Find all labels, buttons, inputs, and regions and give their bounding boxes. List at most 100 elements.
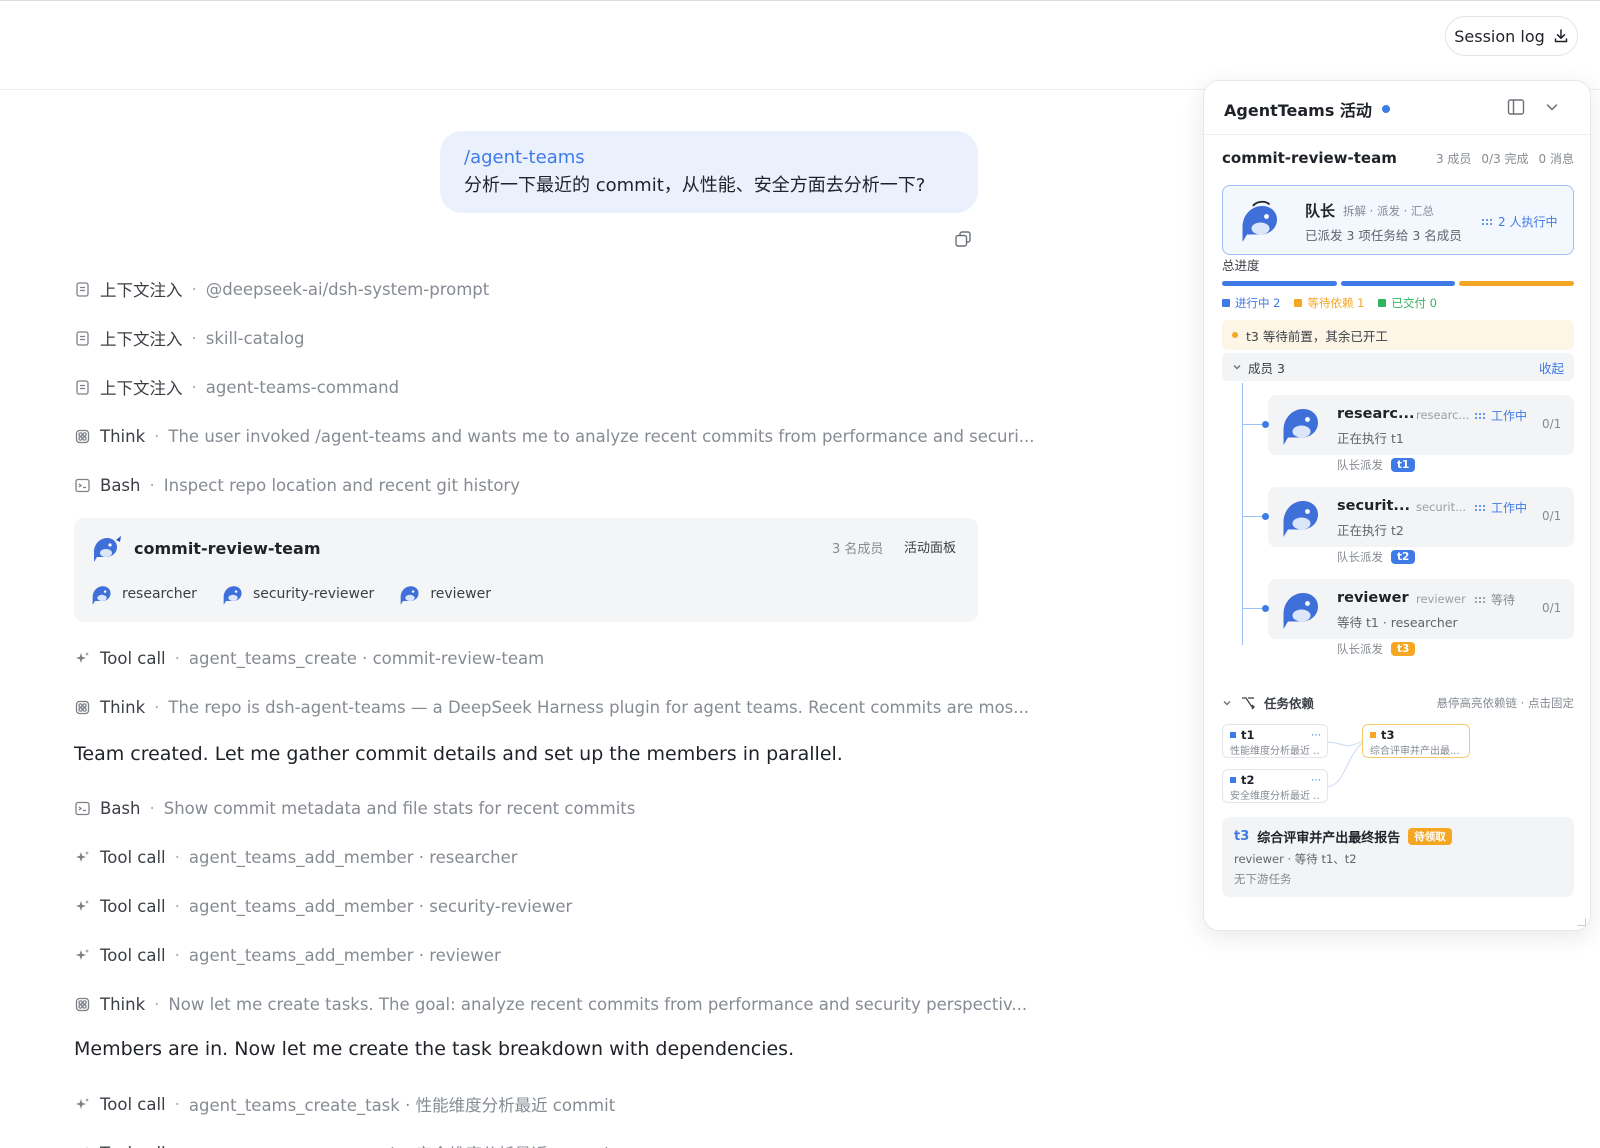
- activity-step[interactable]: Tool call · agent_teams_add_member · secur…: [74, 892, 572, 920]
- activity-step[interactable]: Think · Now let me create tasks. The goal:…: [74, 990, 1027, 1018]
- dep-node-desc: 安全维度分析最近 ...: [1230, 791, 1320, 802]
- doc-icon: [74, 330, 91, 347]
- step-kind: 上下文注入: [100, 379, 183, 398]
- dep-node-t1[interactable]: t1 性能维度分析最近 ... ⋯: [1222, 724, 1328, 758]
- step-detail: @deepseek-ai/dsh-system-prompt: [205, 279, 490, 299]
- terminal-icon: [74, 477, 91, 494]
- resize-handle[interactable]: [1578, 918, 1586, 926]
- activity-board-link[interactable]: 活动面板: [904, 537, 956, 556]
- member-chip-reviewer[interactable]: reviewer: [396, 580, 491, 608]
- assistant-paragraph: Members are in. Now let me create the ta…: [74, 1038, 795, 1060]
- activity-step[interactable]: 上下文注入 · @deepseek-ai/dsh-system-prompt: [74, 275, 489, 303]
- dep-node-desc: 综合评审并产出最...: [1370, 746, 1460, 757]
- doc-icon: [74, 379, 91, 396]
- doc-icon: [74, 281, 91, 298]
- task-detail-card[interactable]: t3 综合评审并产出最终报告 待领取 reviewer · 等待 t1、t2 无…: [1222, 817, 1574, 897]
- more-icon: ⋯: [1311, 775, 1321, 786]
- task-downstream: 无下游任务: [1234, 872, 1292, 886]
- step-detail: Inspect repo location and recent git his…: [163, 475, 520, 495]
- separator: ·: [174, 896, 180, 916]
- step-kind: Bash: [100, 475, 141, 495]
- assistant-paragraph: Team created. Let me gather commit detai…: [74, 743, 843, 765]
- step-detail: agent-teams-command: [205, 377, 400, 397]
- separator: ·: [174, 945, 180, 965]
- team-card[interactable]: commit-review-team 3 名成员 活动面板 researcher…: [74, 518, 978, 622]
- status-square-icon: [1230, 777, 1236, 783]
- think-icon: [74, 428, 91, 445]
- task-assignee: reviewer · 等待 t1、t2: [1234, 852, 1357, 866]
- think-icon: [74, 996, 91, 1013]
- sparkle-icon: [74, 650, 91, 667]
- step-detail: agent_teams_add_member · security-review…: [188, 896, 573, 916]
- task-status-badge: 待领取: [1408, 828, 1452, 845]
- activity-step[interactable]: 上下文注入 · skill-catalog: [74, 324, 305, 352]
- task-title: 综合评审并产出最终报告: [1257, 831, 1401, 846]
- dep-node-id: t2: [1241, 773, 1255, 787]
- step-kind: 上下文注入: [100, 281, 183, 300]
- activity-step[interactable]: Bash · Inspect repo location and recent gi…: [74, 471, 520, 499]
- separator: ·: [149, 798, 155, 818]
- activity-step[interactable]: Tool call · agent_teams_add_member · revie…: [74, 941, 501, 969]
- user-message-text: 分析一下最近的 commit，从性能、安全方面去分析一下?: [464, 175, 926, 196]
- step-kind: Tool call: [100, 896, 166, 916]
- copy-icon[interactable]: [953, 229, 973, 249]
- slash-command: /agent-teams: [464, 147, 585, 168]
- step-kind: Tool call: [100, 945, 166, 965]
- separator: ·: [174, 648, 180, 668]
- member-chip-label: reviewer: [430, 586, 491, 602]
- dep-node-id: t1: [1241, 728, 1255, 742]
- dep-node-id: t3: [1381, 728, 1395, 742]
- member-chip-label: security-reviewer: [252, 586, 375, 602]
- step-detail: agent_teams_add_member · reviewer: [188, 945, 501, 965]
- top-bar: Session log: [0, 0, 1600, 90]
- sparkle-icon: [74, 1145, 91, 1148]
- activity-step[interactable]: Tool call · agent_teams_create_task · 性能维度…: [74, 1090, 615, 1118]
- step-detail: skill-catalog: [205, 328, 305, 348]
- step-kind: Tool call: [100, 847, 166, 867]
- activity-step[interactable]: Tool call · agent_teams_create_task · 安全维度…: [74, 1139, 615, 1148]
- step-kind: 上下文注入: [100, 330, 183, 349]
- more-icon: ⋯: [1311, 730, 1321, 741]
- status-square-icon: [1370, 732, 1376, 738]
- step-detail: agent_teams_add_member · researcher: [188, 847, 518, 867]
- sparkle-icon: [74, 849, 91, 866]
- team-card-members: researcher security-reviewer reviewer: [88, 580, 491, 608]
- separator: ·: [154, 994, 160, 1014]
- session-log-button[interactable]: Session log: [1445, 16, 1578, 56]
- activity-step[interactable]: 上下文注入 · agent-teams-command: [74, 373, 399, 401]
- download-icon: [1554, 29, 1568, 43]
- activity-step[interactable]: Think · The repo is dsh-agent-teams — a De…: [74, 693, 1029, 721]
- dependency-edges: [1325, 740, 1363, 788]
- step-detail: agent_teams_create_task · 安全维度分析最近 commi…: [189, 1141, 615, 1148]
- member-chip-label: researcher: [122, 586, 197, 602]
- session-log-label: Session log: [1454, 26, 1545, 46]
- terminal-icon: [74, 800, 91, 817]
- step-kind: Bash: [100, 798, 141, 818]
- step-detail: Show commit metadata and file stats for …: [163, 798, 636, 818]
- dep-node-t2[interactable]: t2 安全维度分析最近 ... ⋯: [1222, 769, 1328, 803]
- sparkle-icon: [74, 947, 91, 964]
- team-card-member-count: 3 名成员: [832, 542, 884, 557]
- separator: ·: [149, 475, 155, 495]
- activity-step[interactable]: Tool call · agent_teams_add_member · resea…: [74, 843, 518, 871]
- separator: ·: [191, 328, 197, 348]
- whale-avatar-icon: [92, 586, 111, 605]
- sparkle-icon: [74, 1096, 91, 1113]
- dep-node-t3[interactable]: t3 综合评审并产出最...: [1362, 724, 1470, 758]
- separator: ·: [191, 279, 197, 299]
- activity-step[interactable]: Bash · Show commit metadata and file stats…: [74, 794, 635, 822]
- step-detail: agent_teams_create · commit-review-team: [188, 648, 545, 668]
- member-chip-security-reviewer[interactable]: security-reviewer: [219, 580, 374, 608]
- think-icon: [74, 699, 91, 716]
- whale-avatar-icon: [94, 536, 121, 562]
- whale-avatar-icon: [400, 586, 419, 605]
- step-kind: Tool call: [100, 1094, 166, 1114]
- sparkle-icon: [74, 898, 91, 915]
- step-detail: agent_teams_create_task · 性能维度分析最近 commi…: [188, 1096, 616, 1115]
- activity-step[interactable]: Think · The user invoked /agent-teams and …: [74, 422, 1035, 450]
- status-square-icon: [1230, 732, 1236, 738]
- user-message-bubble: /agent-teams 分析一下最近的 commit，从性能、安全方面去分析一…: [440, 131, 978, 213]
- activity-step[interactable]: Tool call · agent_teams_create · commit-re…: [74, 644, 544, 672]
- separator: ·: [174, 847, 180, 867]
- member-chip-researcher[interactable]: researcher: [88, 580, 197, 608]
